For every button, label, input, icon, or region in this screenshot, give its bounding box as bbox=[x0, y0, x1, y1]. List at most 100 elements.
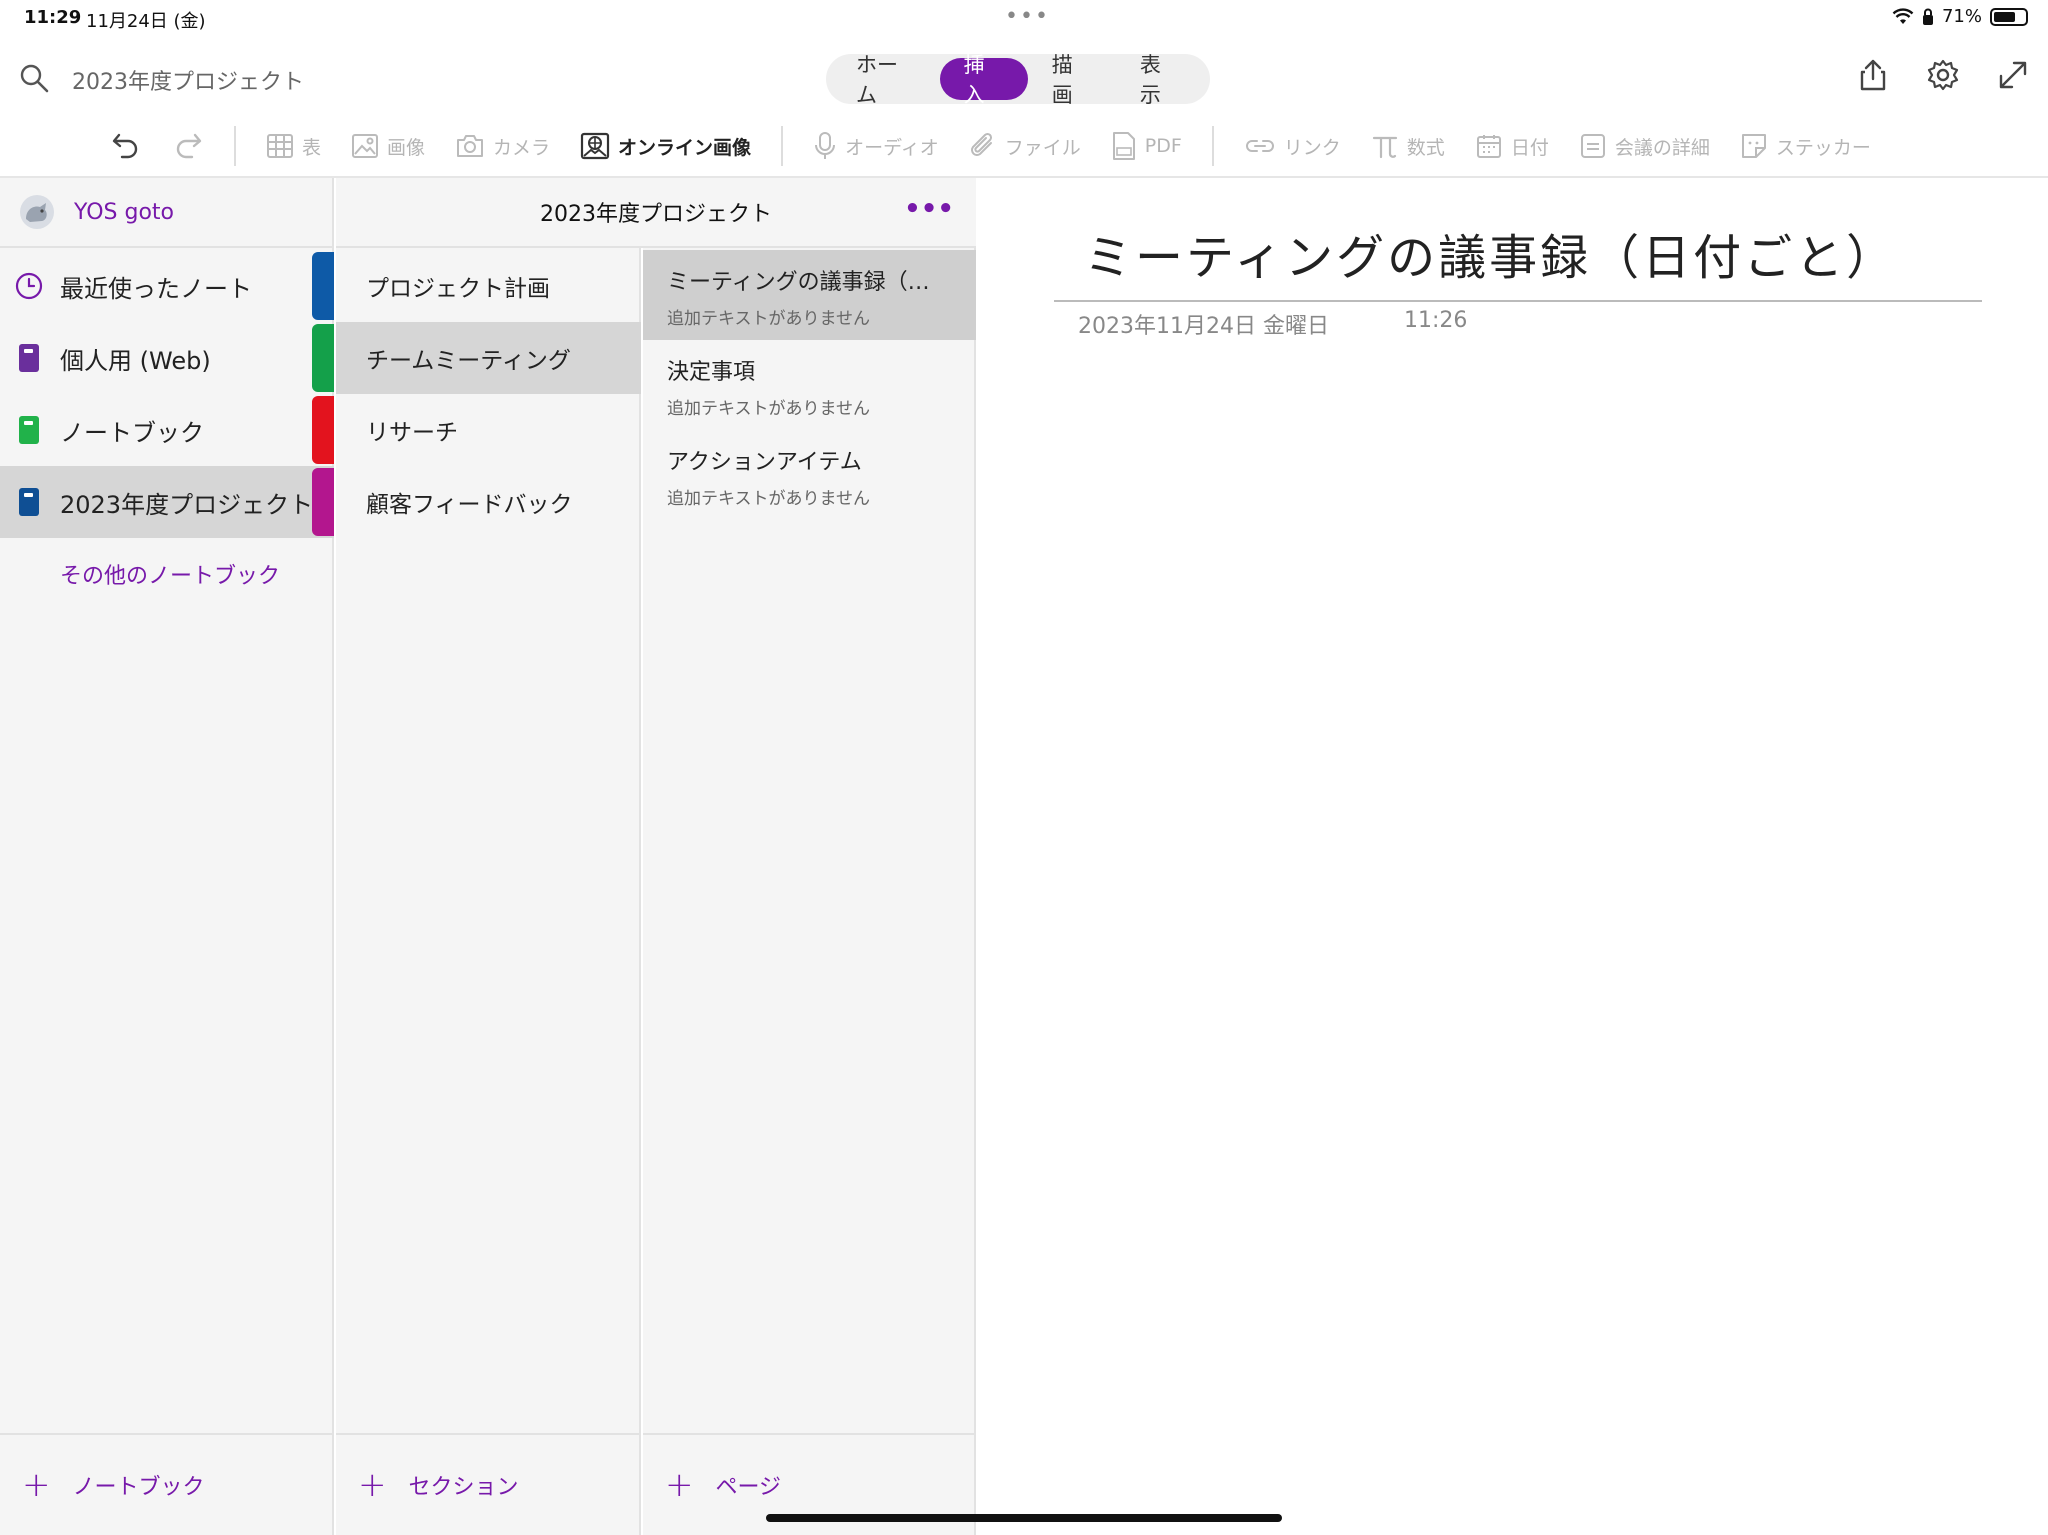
top-bar: 2023年度プロジェクト ホーム 挿入 描画 表示 bbox=[0, 36, 2048, 116]
multitasking-dots[interactable]: ••• bbox=[1005, 4, 1050, 29]
insert-online-image-button[interactable]: オンライン画像 bbox=[580, 131, 751, 161]
tab-view[interactable]: 表示 bbox=[1116, 53, 1204, 107]
notebook-icon bbox=[14, 487, 44, 517]
insert-file-button[interactable]: ファイル bbox=[969, 131, 1081, 161]
section-item-team-meeting[interactable]: チームミーティング bbox=[336, 322, 641, 394]
redo-icon bbox=[176, 133, 202, 159]
insert-online-image-label: オンライン画像 bbox=[618, 136, 752, 159]
battery-icon bbox=[1990, 7, 2028, 26]
section-item-research[interactable]: リサーチ bbox=[336, 394, 641, 466]
expand-icon[interactable] bbox=[1996, 58, 2030, 92]
add-section-label: セクション bbox=[408, 1475, 519, 1500]
search-icon[interactable] bbox=[18, 62, 50, 98]
battery-level bbox=[1994, 11, 2016, 22]
online-image-icon bbox=[580, 132, 610, 160]
account-row[interactable]: YOS goto bbox=[0, 178, 334, 248]
status-bar: 11:29 11月24日 (金) ••• 71% bbox=[0, 0, 2048, 36]
insert-pdf-button[interactable]: PDF bbox=[1111, 131, 1182, 161]
page-time: 11:26 bbox=[1404, 308, 1468, 333]
gear-icon[interactable] bbox=[1926, 58, 1960, 92]
title-divider bbox=[1054, 300, 1982, 302]
notebook-list: 最近使ったノート 個人用 (Web) ノートブック 2023年度プロジェクト そ… bbox=[0, 250, 334, 610]
insert-date-button[interactable]: 日付 bbox=[1475, 132, 1549, 160]
undo-icon bbox=[112, 133, 138, 159]
insert-meeting-details-button[interactable]: 会議の詳細 bbox=[1579, 132, 1710, 160]
add-notebook-button[interactable]: + ノートブック bbox=[0, 1433, 332, 1535]
notebook-item-label: 個人用 (Web) bbox=[60, 346, 211, 375]
insert-meeting-details-label: 会議の詳細 bbox=[1614, 136, 1710, 159]
table-icon bbox=[267, 134, 293, 158]
section-item-project-plan[interactable]: プロジェクト計画 bbox=[336, 250, 641, 322]
ribbon-divider bbox=[1211, 126, 1214, 166]
undo-button[interactable] bbox=[110, 130, 142, 162]
paperclip-icon bbox=[970, 132, 992, 156]
status-indicators: 71% bbox=[1892, 6, 2028, 27]
notebook-item-personal-web[interactable]: 個人用 (Web) bbox=[0, 322, 334, 394]
insert-audio-label: オーディオ bbox=[845, 136, 939, 159]
notebook-item-label: 最近使ったノート bbox=[60, 274, 252, 303]
share-icon[interactable] bbox=[1856, 58, 1890, 92]
page-item-preview: 追加テキストがありません bbox=[667, 489, 870, 509]
link-icon bbox=[1245, 140, 1274, 152]
insert-ribbon: 表 画像 カメラ オンライン画像 オーディオ ファイル PDF リンク 数式 日… bbox=[0, 116, 2048, 176]
insert-audio-button[interactable]: オーディオ bbox=[813, 131, 939, 161]
notebook-header-title: 2023年度プロジェクト bbox=[540, 202, 772, 227]
more-notebooks-link[interactable]: その他のノートブック bbox=[0, 538, 334, 610]
home-indicator[interactable] bbox=[766, 1514, 1282, 1522]
page-canvas[interactable]: ミーティングの議事録（日付ごと） 2023年11月24日 金曜日 11:26 bbox=[978, 178, 2048, 1535]
insert-sticker-button[interactable]: ステッカー bbox=[1740, 132, 1871, 160]
insert-sticker-label: ステッカー bbox=[1775, 136, 1871, 159]
insert-link-button[interactable]: リンク bbox=[1244, 133, 1341, 160]
insert-math-label: 数式 bbox=[1406, 136, 1445, 159]
meeting-details-icon bbox=[1580, 134, 1605, 158]
more-options-icon[interactable]: ••• bbox=[904, 194, 954, 224]
tab-insert[interactable]: 挿入 bbox=[939, 53, 1028, 107]
notebook-icon bbox=[14, 415, 44, 445]
insert-table-label: 表 bbox=[302, 136, 322, 159]
avatar bbox=[20, 195, 54, 229]
search-notebook-title[interactable]: 2023年度プロジェクト bbox=[72, 64, 304, 96]
status-date: 11月24日 (金) bbox=[86, 11, 206, 32]
page-item-action-items[interactable]: アクションアイテム 追加テキストがありません bbox=[643, 430, 976, 520]
tab-home[interactable]: ホーム bbox=[832, 53, 940, 107]
calendar-icon bbox=[1476, 135, 1501, 158]
notebook-color-tab bbox=[312, 252, 334, 320]
notebook-color-tab bbox=[312, 324, 334, 392]
notebook-pane: YOS goto 最近使ったノート 個人用 (Web) ノートブック 2023年… bbox=[0, 178, 334, 1535]
page-pane: ミーティングの議事録（… 追加テキストがありません 決定事項 追加テキストがあり… bbox=[643, 178, 976, 1535]
ribbon-tabs: ホーム 挿入 描画 表示 bbox=[826, 53, 1210, 107]
plus-icon: + bbox=[22, 1465, 51, 1505]
account-name: YOS goto bbox=[74, 199, 175, 225]
page-item-decisions[interactable]: 決定事項 追加テキストがありません bbox=[643, 340, 976, 430]
wifi-icon bbox=[1892, 7, 1914, 24]
notebook-item-2023-project[interactable]: 2023年度プロジェクト bbox=[0, 466, 334, 538]
page-item-title: ミーティングの議事録（… bbox=[667, 270, 930, 295]
page-item-preview: 追加テキストがありません bbox=[667, 399, 870, 419]
notebook-item-label: 2023年度プロジェクト bbox=[60, 490, 314, 519]
clock-icon bbox=[14, 271, 44, 301]
notebook-item-recent[interactable]: 最近使ったノート bbox=[0, 250, 334, 322]
insert-pdf-label: PDF bbox=[1144, 135, 1182, 157]
page-title[interactable]: ミーティングの議事録（日付ごと） bbox=[1084, 218, 1897, 288]
notebook-item-notebook[interactable]: ノートブック bbox=[0, 394, 334, 466]
add-notebook-label: ノートブック bbox=[72, 1475, 205, 1500]
top-actions bbox=[1856, 58, 2030, 92]
section-item-customer-feedback[interactable]: 顧客フィードバック bbox=[336, 466, 641, 538]
insert-image-label: 画像 bbox=[387, 136, 426, 159]
insert-table-button[interactable]: 表 bbox=[266, 132, 321, 160]
insert-file-label: ファイル bbox=[1004, 136, 1081, 159]
insert-camera-button[interactable]: カメラ bbox=[455, 132, 550, 160]
notebook-color-tab bbox=[312, 468, 334, 536]
add-section-button[interactable]: + セクション bbox=[336, 1433, 639, 1535]
tab-draw[interactable]: 描画 bbox=[1028, 53, 1116, 107]
insert-image-button[interactable]: 画像 bbox=[351, 132, 425, 160]
insert-date-label: 日付 bbox=[1510, 136, 1549, 159]
page-item-preview: 追加テキストがありません bbox=[667, 309, 870, 329]
redo-button[interactable] bbox=[172, 130, 204, 162]
insert-math-button[interactable]: 数式 bbox=[1371, 132, 1445, 160]
page-item-meeting-notes[interactable]: ミーティングの議事録（… 追加テキストがありません bbox=[643, 250, 976, 340]
notebook-item-label: ノートブック bbox=[60, 418, 204, 447]
notebook-header: 2023年度プロジェクト ••• bbox=[336, 178, 976, 248]
insert-link-label: リンク bbox=[1283, 136, 1341, 159]
pi-icon bbox=[1372, 136, 1397, 159]
